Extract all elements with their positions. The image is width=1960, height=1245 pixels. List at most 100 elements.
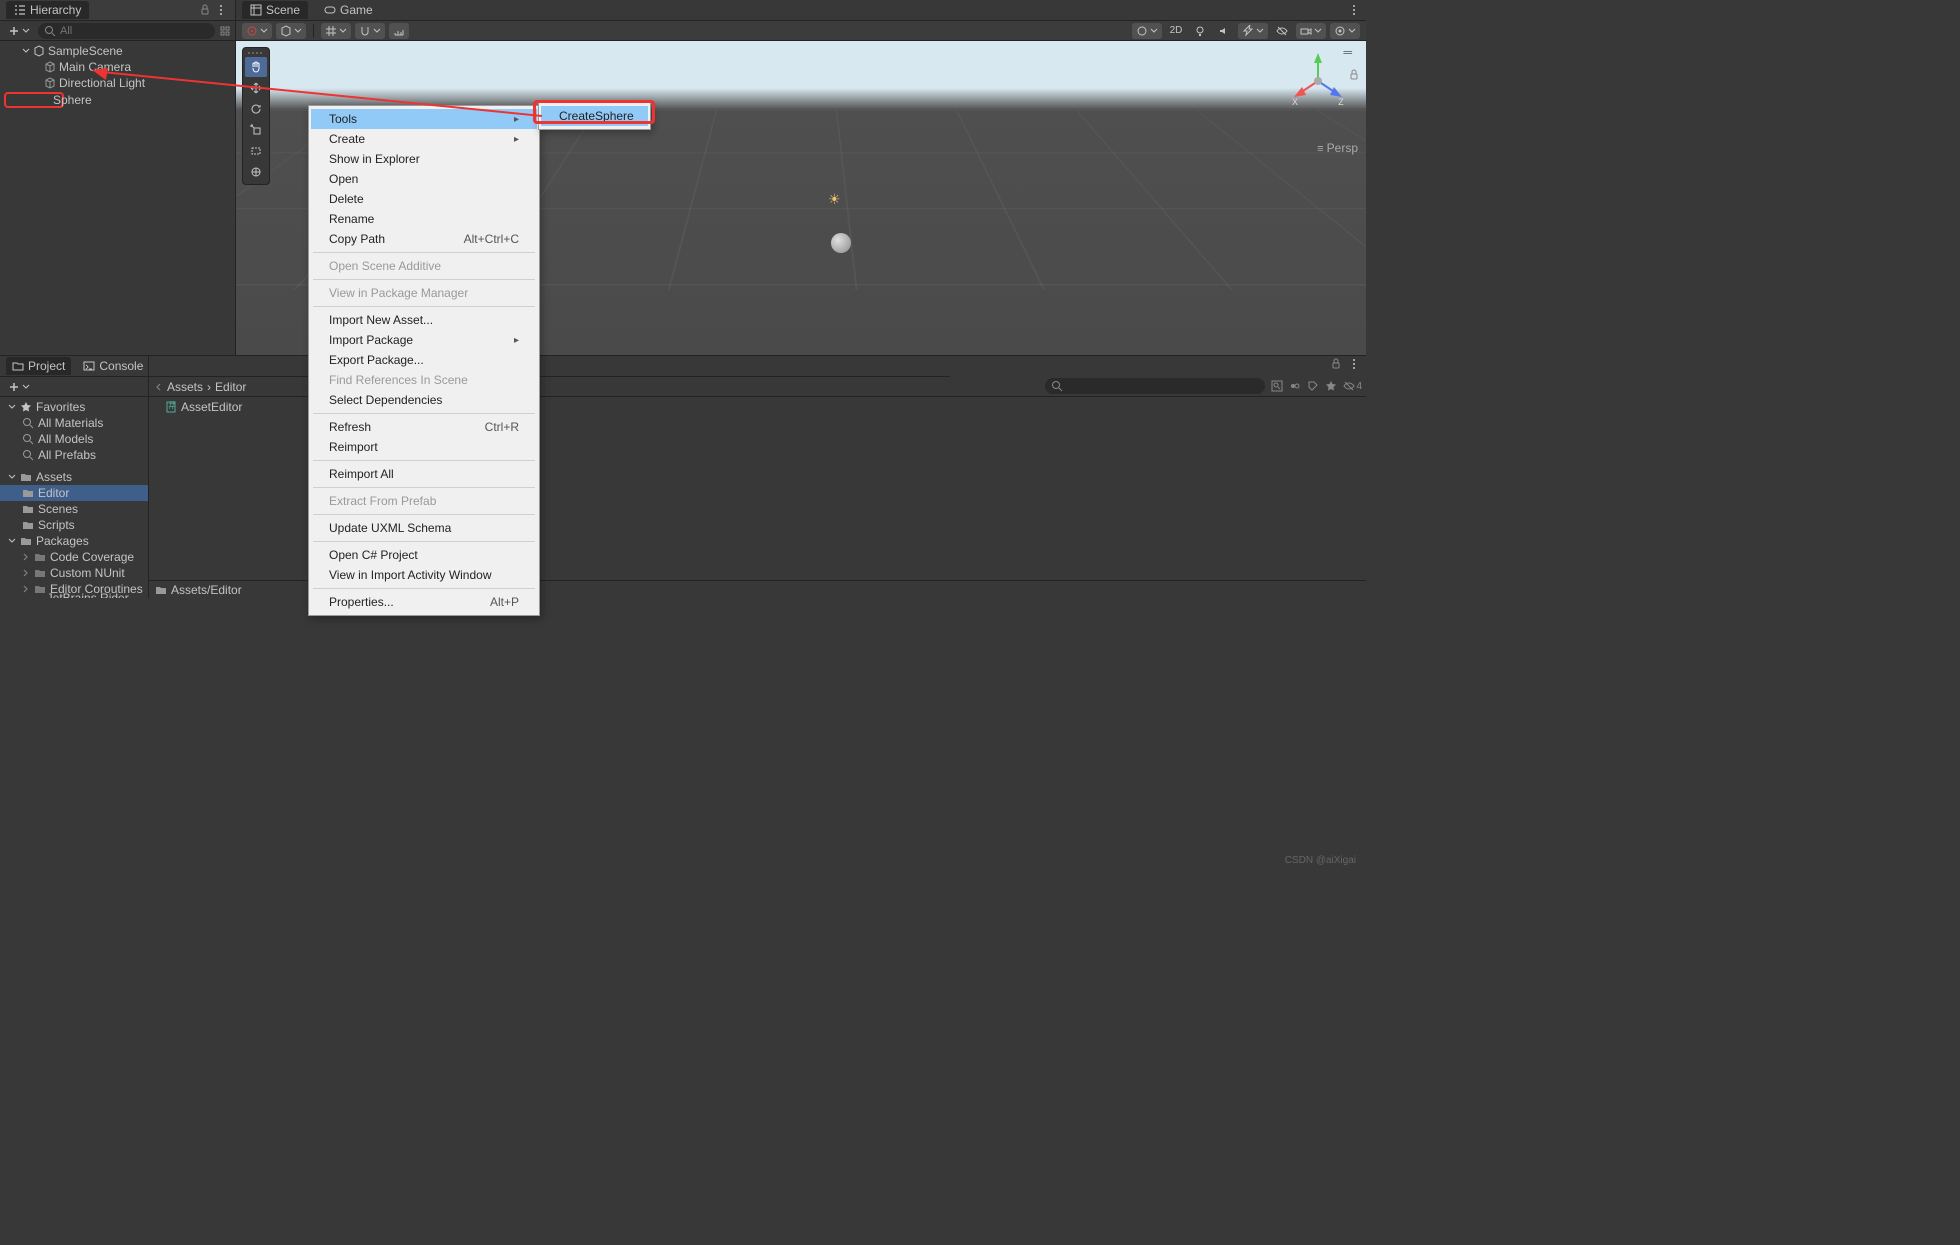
audio-toggle[interactable] (1214, 23, 1234, 39)
item-label: Main Camera (59, 60, 131, 74)
proj-pkg-1[interactable]: Custom NUnit (0, 565, 148, 581)
filter-label-icon[interactable] (1307, 380, 1319, 392)
chevron-down-icon (22, 383, 30, 391)
filter-type-icon[interactable] (1289, 380, 1301, 392)
lighting-toggle[interactable] (1190, 23, 1210, 39)
hierarchy-item-sphere[interactable]: Sphere (4, 92, 64, 108)
menu-item: View in Package Manager (311, 283, 537, 303)
hierarchy-header: Hierarchy (0, 0, 235, 21)
increment-toggle[interactable] (389, 23, 409, 39)
camera-toggle[interactable] (1296, 23, 1326, 39)
hidden-icon[interactable] (1343, 380, 1355, 392)
hierarchy-add-button[interactable] (4, 25, 34, 37)
light-gizmo-icon[interactable]: ☀ (828, 191, 841, 208)
proj-pkg-3[interactable]: JetBrains Rider Editor (0, 597, 148, 598)
scene-menu-icon[interactable] (1348, 4, 1360, 16)
proj-fav-materials[interactable]: All Materials (0, 415, 148, 431)
menu-item[interactable]: Import New Asset... (311, 310, 537, 330)
footer-path: Assets/Editor (171, 583, 242, 597)
menu-item: Extract From Prefab (311, 491, 537, 511)
hierarchy-tab[interactable]: Hierarchy (6, 1, 89, 19)
move-tool[interactable] (245, 78, 267, 98)
hierarchy-scene[interactable]: SampleScene (0, 43, 235, 59)
breadcrumb-item[interactable]: Editor (215, 380, 246, 394)
grid-toggle[interactable] (321, 23, 351, 39)
chevron-left-icon[interactable] (155, 383, 163, 391)
hierarchy-search[interactable] (38, 23, 215, 39)
rect-tool[interactable] (245, 141, 267, 161)
menu-item[interactable]: Copy PathAlt+Ctrl+C (311, 229, 537, 249)
menu-item[interactable]: Update UXML Schema (311, 518, 537, 538)
hand-tool[interactable] (245, 57, 267, 77)
viewport-lock-icon[interactable] (1348, 69, 1360, 81)
sphere-object[interactable] (831, 233, 851, 253)
menu-item: Find References In Scene (311, 370, 537, 390)
script-icon: # (165, 401, 177, 413)
local-toggle[interactable] (276, 23, 306, 39)
menu-item[interactable]: RefreshCtrl+R (311, 417, 537, 437)
menu-item[interactable]: Export Package... (311, 350, 537, 370)
favorite-icon[interactable] (1325, 380, 1337, 392)
menu-item[interactable]: Import Package▸ (311, 330, 537, 350)
proj-folder-scripts[interactable]: Scripts (0, 517, 148, 533)
hierarchy-item-camera[interactable]: Main Camera (0, 59, 235, 75)
audio-icon (1218, 25, 1230, 37)
proj-favorites[interactable]: Favorites (0, 399, 148, 415)
draw-mode[interactable] (1132, 23, 1162, 39)
project-add-button[interactable] (4, 381, 34, 393)
projection-label[interactable]: ≡ Persp (1317, 141, 1358, 155)
hierarchy-tree: SampleScene Main Camera Directional Ligh… (0, 41, 235, 355)
menu-item[interactable]: Open C# Project (311, 545, 537, 565)
menu-item[interactable]: View in Import Activity Window (311, 565, 537, 585)
proj-fav-prefabs[interactable]: All Prefabs (0, 447, 148, 463)
menu-item[interactable]: Create▸ (311, 129, 537, 149)
tab-project[interactable]: Project (6, 357, 71, 375)
folder-icon (12, 360, 24, 372)
snap-toggle[interactable] (355, 23, 385, 39)
proj-pkg-0[interactable]: Code Coverage (0, 549, 148, 565)
chevron-down-icon (22, 27, 30, 35)
orientation-gizmo[interactable]: x z (1288, 51, 1348, 111)
proj-folder-editor[interactable]: Editor (0, 485, 148, 501)
menu-item[interactable]: Reimport All (311, 464, 537, 484)
hierarchy-filter-icon[interactable] (219, 25, 231, 37)
mode-2d-button[interactable]: 2D (1166, 23, 1186, 39)
hierarchy-item-light[interactable]: Directional Light (0, 75, 235, 91)
tab-scene[interactable]: Scene (242, 1, 308, 19)
menu-item[interactable]: Open (311, 169, 537, 189)
palette-grip[interactable] (245, 50, 267, 56)
viewport-grip-icon[interactable]: ═ (1343, 45, 1352, 59)
project-search-input[interactable] (1063, 380, 1259, 392)
menu-item[interactable]: Show in Explorer (311, 149, 537, 169)
menu-item[interactable]: Rename (311, 209, 537, 229)
project-menu-icon[interactable] (1348, 358, 1360, 370)
rect-icon (250, 145, 262, 157)
tab-game[interactable]: Game (316, 1, 381, 19)
hidden-toggle[interactable] (1272, 23, 1292, 39)
menu-item[interactable]: Properties...Alt+P (311, 592, 537, 612)
transform-tool[interactable] (245, 162, 267, 182)
menu-item[interactable]: Reimport (311, 437, 537, 457)
menu-item[interactable]: Delete (311, 189, 537, 209)
hierarchy-search-input[interactable] (60, 25, 209, 37)
menu-item[interactable]: Tools▸ (311, 109, 537, 129)
menu-item[interactable]: Select Dependencies (311, 390, 537, 410)
fx-toggle[interactable] (1238, 23, 1268, 39)
proj-fav-models[interactable]: All Models (0, 431, 148, 447)
proj-assets[interactable]: Assets (0, 469, 148, 485)
proj-packages[interactable]: Packages (0, 533, 148, 549)
project-search[interactable] (1045, 378, 1265, 394)
hierarchy-menu-icon[interactable] (213, 2, 229, 18)
rotate-tool[interactable] (245, 99, 267, 119)
submenu-create-sphere[interactable]: CreateSphere (541, 106, 648, 126)
scale-tool[interactable] (245, 120, 267, 140)
search-full-icon[interactable] (1271, 380, 1283, 392)
search-icon (44, 25, 56, 37)
pivot-toggle[interactable] (242, 23, 272, 39)
hierarchy-lock-icon[interactable] (197, 2, 213, 18)
breadcrumb-item[interactable]: Assets (167, 380, 203, 394)
project-lock-icon[interactable] (1330, 358, 1342, 370)
tab-console[interactable]: Console (77, 357, 149, 375)
gizmos-toggle[interactable] (1330, 23, 1360, 39)
proj-folder-scenes[interactable]: Scenes (0, 501, 148, 517)
